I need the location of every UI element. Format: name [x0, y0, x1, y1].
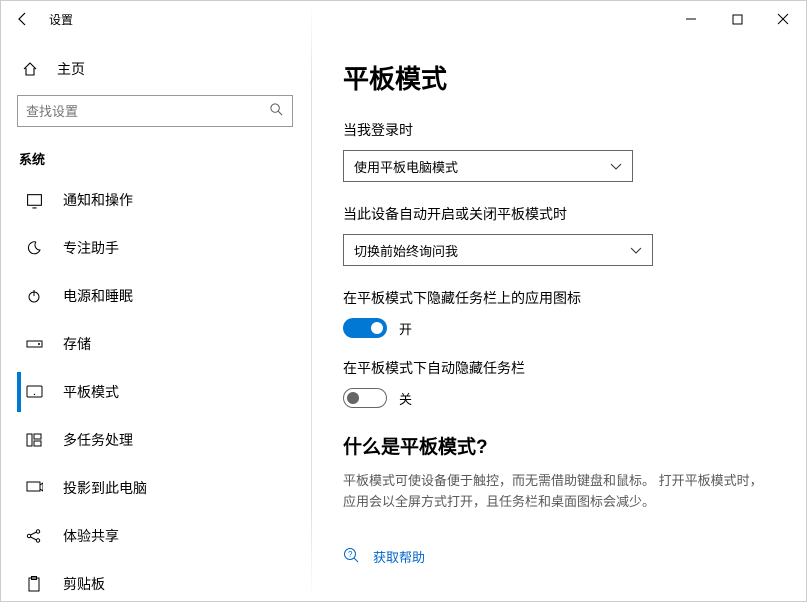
sidebar-item-notifications[interactable]: 通知和操作	[17, 180, 311, 220]
power-icon	[25, 288, 43, 304]
auto-dropdown[interactable]: 切换前始终询问我	[343, 234, 653, 266]
sidebar-item-label: 体验共享	[63, 526, 119, 546]
hide-taskbar-toggle[interactable]	[343, 388, 387, 408]
search-icon	[269, 102, 284, 120]
sidebar-item-label: 剪贴板	[63, 574, 105, 594]
hide-icons-label: 在平板模式下隐藏任务栏上的应用图标	[343, 288, 778, 308]
auto-value: 切换前始终询问我	[354, 241, 458, 260]
help-icon: ?	[343, 547, 359, 566]
chevron-down-icon	[610, 159, 622, 174]
sidebar-item-storage[interactable]: 存储	[17, 324, 311, 364]
moon-icon	[25, 240, 43, 256]
sidebar-item-label: 多任务处理	[63, 430, 133, 450]
search-field[interactable]	[26, 104, 269, 119]
search-input[interactable]	[17, 95, 293, 127]
home-label: 主页	[57, 59, 85, 79]
tablet-icon	[25, 385, 43, 399]
sidebar-item-label: 通知和操作	[63, 190, 133, 210]
sidebar-item-share[interactable]: 体验共享	[17, 516, 311, 556]
page-title: 平板模式	[343, 59, 778, 96]
hide-icons-state: 开	[399, 319, 412, 338]
home-icon	[21, 61, 39, 77]
sidebar-item-multitask[interactable]: 多任务处理	[17, 420, 311, 460]
sidebar-item-label: 存储	[63, 334, 91, 354]
hide-taskbar-label: 在平板模式下自动隐藏任务栏	[343, 358, 778, 378]
signin-dropdown[interactable]: 使用平板电脑模式	[343, 150, 633, 182]
close-button[interactable]	[760, 1, 806, 37]
sidebar-item-label: 专注助手	[63, 238, 119, 258]
clipboard-icon	[25, 576, 43, 592]
category-header: 系统	[17, 145, 311, 180]
storage-icon	[25, 338, 43, 350]
project-icon	[25, 481, 43, 495]
signin-label: 当我登录时	[343, 120, 778, 140]
share-icon	[25, 528, 43, 544]
auto-label: 当此设备自动开启或关闭平板模式时	[343, 204, 778, 224]
help-label: 获取帮助	[373, 547, 425, 566]
what-title: 什么是平板模式?	[343, 432, 778, 459]
multitask-icon	[25, 433, 43, 447]
sidebar-item-label: 电源和睡眠	[63, 286, 133, 306]
sidebar-item-label: 投影到此电脑	[63, 478, 147, 498]
window-title: 设置	[45, 11, 73, 28]
chevron-down-icon	[630, 243, 642, 258]
sidebar-item-power[interactable]: 电源和睡眠	[17, 276, 311, 316]
sidebar-item-clipboard[interactable]: 剪贴板	[17, 564, 311, 601]
home-link[interactable]: 主页	[17, 53, 311, 95]
what-desc: 平板模式可使设备便于触控，而无需借助键盘和鼠标。 打开平板模式时，应用会以全屏方…	[343, 471, 763, 513]
sidebar-item-project[interactable]: 投影到此电脑	[17, 468, 311, 508]
hide-icons-toggle[interactable]	[343, 318, 387, 338]
get-help-link[interactable]: ? 获取帮助	[343, 547, 778, 566]
back-button[interactable]	[1, 1, 45, 37]
notifications-icon	[25, 192, 43, 209]
signin-value: 使用平板电脑模式	[354, 157, 458, 176]
sidebar-item-label: 平板模式	[63, 382, 119, 402]
svg-text:?: ?	[348, 550, 353, 559]
sidebar-item-focus[interactable]: 专注助手	[17, 228, 311, 268]
minimize-button[interactable]	[668, 1, 714, 37]
maximize-button[interactable]	[714, 1, 760, 37]
sidebar-item-tablet[interactable]: 平板模式	[17, 372, 311, 412]
hide-taskbar-state: 关	[399, 389, 412, 408]
